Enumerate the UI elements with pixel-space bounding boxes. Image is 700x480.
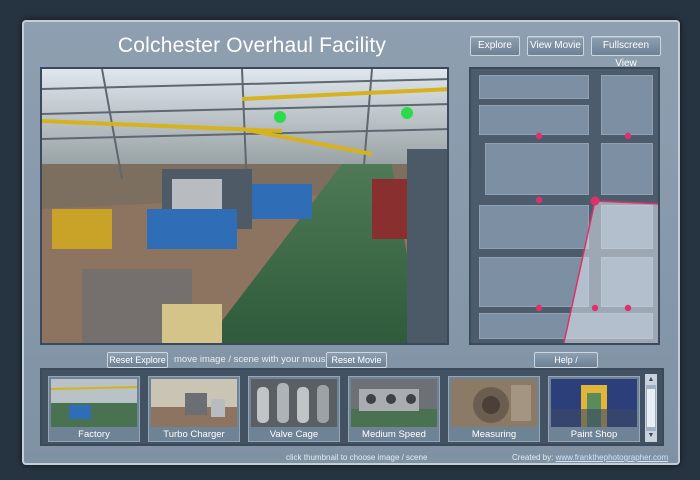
- page-title: Colchester Overhaul Facility: [117, 34, 387, 57]
- panorama-viewer[interactable]: [40, 67, 449, 345]
- explore-button[interactable]: Explore: [470, 36, 520, 56]
- thumbnail-paint-shop[interactable]: Paint Shop: [548, 376, 640, 442]
- thumbnail-factory[interactable]: Factory: [48, 376, 140, 442]
- thumbnail-medium-speed[interactable]: Medium Speed: [348, 376, 440, 442]
- scroll-up-icon[interactable]: ▲: [646, 375, 656, 385]
- credit-prefix: Created by:: [512, 453, 554, 462]
- credit: Created by: www.frankthephotographer.com: [512, 453, 668, 462]
- fullscreen-view-button[interactable]: Fullscreen View: [591, 36, 661, 69]
- thumbnail-scrollbar[interactable]: ▲ ▼: [645, 374, 657, 442]
- thumbnail-measuring[interactable]: Measuring: [448, 376, 540, 442]
- reset-explore-button[interactable]: Reset Explore: [107, 352, 168, 368]
- credit-link[interactable]: www.frankthephotographer.com: [556, 453, 669, 462]
- map-hotspots[interactable]: [471, 69, 660, 345]
- thumbnail-hint: click thumbnail to choose image / scene: [286, 453, 428, 462]
- scroll-down-icon[interactable]: ▼: [646, 431, 656, 441]
- thumbnail-valve-cage[interactable]: Valve Cage: [248, 376, 340, 442]
- hotspot-green-1: [274, 111, 286, 123]
- thumbnail-turbo-charger[interactable]: Turbo Charger: [148, 376, 240, 442]
- help-instructions-button[interactable]: Help / Instructions: [534, 352, 598, 379]
- thumbnail-strip: Factory Turbo Charger Valve Cage Medium …: [40, 368, 664, 446]
- reset-movie-button[interactable]: Reset Movie: [326, 352, 387, 368]
- factory-panorama-image: [42, 69, 447, 343]
- view-movie-button[interactable]: View Movie: [527, 36, 584, 56]
- viewer-frame: Colchester Overhaul Facility Explore Vie…: [22, 20, 680, 465]
- scrollbar-thumb[interactable]: [647, 389, 655, 427]
- hotspot-green-2: [401, 107, 413, 119]
- floor-plan-map[interactable]: [469, 67, 660, 345]
- move-hint: move image / scene with your mouse: [174, 354, 331, 365]
